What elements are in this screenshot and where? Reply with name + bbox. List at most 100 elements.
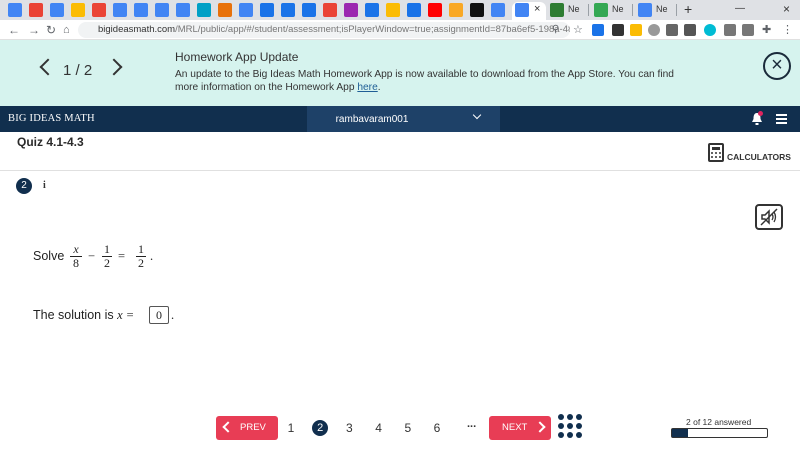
docs-icon[interactable] [50,3,64,17]
site-icon[interactable] [197,3,211,17]
quiz-title: Quiz 4.1-4.3 [17,135,84,149]
solve-label: Solve [33,249,65,263]
extension-icon[interactable] [630,24,642,36]
extension-icon[interactable] [724,24,736,36]
tab-separator [676,4,677,16]
office-icon[interactable] [29,3,43,17]
bookmark-star-icon[interactable]: ☆ [573,23,583,37]
tab-title[interactable]: Ne [612,4,624,14]
flash-icon[interactable] [218,3,232,17]
answered-progress-bar [671,428,768,438]
google-icon [515,3,529,17]
extension-icon[interactable] [666,24,678,36]
period: . [171,308,175,322]
fraction-x-over-8: x 8 [70,243,82,270]
extension-icon[interactable] [684,24,696,36]
meet-icon[interactable] [281,3,295,17]
banner-message-text: An update to the Big Ideas Math Homework… [175,69,674,93]
fraction-1-over-2: 1 2 [102,243,112,270]
banner-close-button[interactable]: × [763,52,791,80]
meet-icon[interactable] [407,3,421,17]
next-label: NEXT [502,422,528,433]
question-grid-icon[interactable] [558,414,584,440]
google-icon[interactable] [491,3,505,17]
tab-separator [588,4,589,16]
denominator: 8 [73,256,79,270]
answer-input[interactable]: 0 [149,306,169,324]
extension-icon[interactable] [648,24,660,36]
period: . [150,249,154,263]
page-number-3[interactable]: 3 [341,421,357,435]
forward-arrow-icon[interactable]: → [28,23,40,37]
extension-icon[interactable] [592,24,604,36]
extensions-puzzle-icon[interactable]: ✚ [762,23,771,37]
page-number-1[interactable]: 1 [283,421,299,435]
site-icon[interactable] [344,3,358,17]
docs-icon[interactable] [239,3,253,17]
banner-title: Homework App Update [175,50,299,64]
docs-icon[interactable] [176,3,190,17]
meet-icon[interactable] [302,3,316,17]
minimize-icon[interactable]: — [735,3,745,14]
solution-text: The solution is [33,308,114,322]
audio-toggle-button[interactable] [755,204,783,230]
reload-icon[interactable]: ↻ [46,23,56,37]
banner-message: An update to the Big Ideas Math Homework… [175,69,674,93]
site-icon[interactable] [449,3,463,17]
site-icon[interactable] [470,3,484,17]
hamburger-menu-icon[interactable] [776,114,787,126]
question-number-badge: 2 [16,178,32,194]
extension-icon[interactable] [704,24,716,36]
browser-tab-strip: × Ne Ne Ne + — × [0,0,800,20]
menu-dots-icon[interactable]: ⋮ [782,23,793,37]
classroom-icon[interactable] [594,3,608,17]
docs-icon[interactable] [113,3,127,17]
address-bar[interactable]: bigideasmath.com/MRL/public/app/#/studen… [78,22,570,38]
prev-label: PREV [240,422,266,433]
classroom-icon[interactable] [386,3,400,17]
gmail-icon[interactable] [323,3,337,17]
new-tab-button[interactable]: + [684,1,692,17]
next-button[interactable]: NEXT [489,416,551,440]
page-number-6[interactable]: 6 [429,421,445,435]
page-number-5[interactable]: 5 [400,421,416,435]
close-tab-icon[interactable]: × [534,3,540,15]
browser-toolbar: ← → ↻ ⌂ bigideasmath.com/MRL/public/app/… [0,20,800,40]
extension-icon[interactable] [612,24,624,36]
page-number-2[interactable]: 2 [312,420,329,436]
meet-icon[interactable] [260,3,274,17]
progress-fill [672,429,688,437]
close-window-icon[interactable]: × [783,2,790,16]
solution-variable: x = [117,308,135,322]
docs-icon[interactable] [155,3,169,17]
info-icon[interactable]: i [43,180,46,191]
calculators-button[interactable]: CALCULATORS [727,152,791,162]
home-icon[interactable]: ⌂ [63,23,70,37]
extension-icon[interactable] [742,24,754,36]
page-number-4[interactable]: 4 [371,421,387,435]
calculator-icon[interactable] [708,143,724,162]
slides-icon[interactable] [71,3,85,17]
answered-count: 2 of 12 answered [686,417,752,427]
google-icon[interactable] [638,3,652,17]
numerator: x [70,243,82,257]
banner-here-link[interactable]: here [357,82,377,93]
youtube-icon[interactable] [428,3,442,17]
active-tab[interactable]: × [512,2,546,20]
meet-icon[interactable] [365,3,379,17]
back-arrow-icon[interactable]: ← [8,23,20,37]
gmail-icon[interactable] [92,3,106,17]
numerator: 1 [102,242,112,257]
denominator: 2 [138,256,144,270]
docs-icon[interactable] [134,3,148,17]
tab-title[interactable]: Ne [656,4,668,14]
docs-icon[interactable] [8,3,22,17]
username: rambavaram001 [335,114,409,125]
tab-title[interactable]: Ne [568,4,580,14]
prev-button[interactable]: PREV [216,416,278,440]
fraction-1-over-2: 1 2 [136,243,146,270]
solution-statement: The solution is x = [33,308,134,323]
site-icon[interactable] [550,3,564,17]
search-icon[interactable]: ⚲ [552,23,559,37]
brand-logo[interactable]: BIG IDEAS MATH [8,113,95,124]
